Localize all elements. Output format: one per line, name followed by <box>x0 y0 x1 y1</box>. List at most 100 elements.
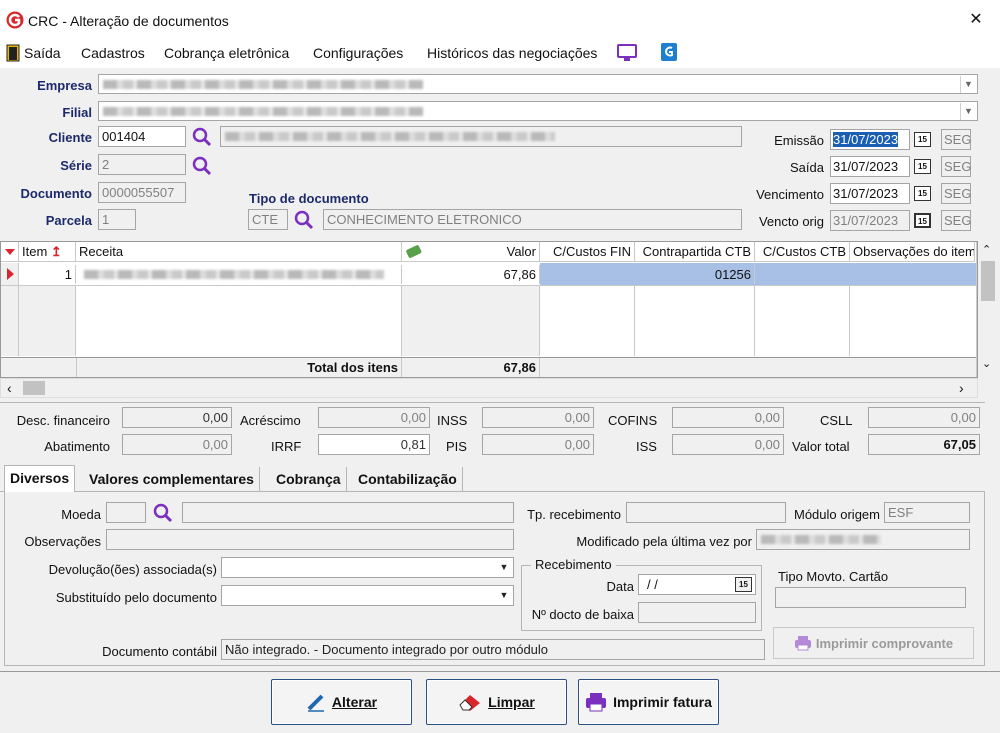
col-ccustos-ctb[interactable]: C/Custos CTB <box>755 242 850 262</box>
calendar-vencto-orig-icon[interactable]: 15 <box>914 213 931 228</box>
col-ccustos-fin[interactable]: C/Custos FIN <box>540 242 635 262</box>
menu-cadastros[interactable]: Cadastros <box>81 44 145 62</box>
hscroll-thumb[interactable] <box>23 381 45 395</box>
serie-input[interactable]: 2 <box>98 154 186 175</box>
limpar-label: Limpar <box>488 694 535 710</box>
row-indicator <box>1 263 19 285</box>
calendar-saida-icon[interactable]: 15 <box>914 159 931 174</box>
moeda-code-input[interactable] <box>106 502 146 523</box>
modificado-input[interactable] <box>756 529 970 550</box>
table-row-receita[interactable] <box>76 265 402 284</box>
alterar-button[interactable]: Alterar <box>271 679 412 725</box>
search-serie-icon[interactable] <box>191 155 213 177</box>
money-icon <box>406 245 422 258</box>
tipo-movto-input[interactable] <box>775 587 966 608</box>
pis-value[interactable]: 0,00 <box>482 434 594 455</box>
sort-triangle-icon <box>5 249 15 255</box>
tab-valores-complementares[interactable]: Valores complementares <box>84 467 260 492</box>
vencimento-label: Vencimento <box>756 187 824 202</box>
grid-corner <box>1 242 19 262</box>
exit-door-icon[interactable] <box>6 44 20 62</box>
parcela-input[interactable]: 1 <box>98 209 136 230</box>
calendar-emissao-icon[interactable]: 15 <box>914 132 931 147</box>
documento-input[interactable]: 0000055507 <box>98 182 186 203</box>
irrf-value[interactable]: 0,81 <box>318 434 430 455</box>
printer-icon <box>586 693 607 712</box>
col-valor[interactable]: Valor <box>402 242 540 262</box>
tipo-desc-input[interactable]: CONHECIMENTO ELETRONICO <box>323 209 742 230</box>
table-row-contrapartida[interactable]: 01256 <box>635 265 755 284</box>
printer-icon <box>794 636 811 651</box>
saida-label: Saída <box>790 160 824 175</box>
devolucao-select[interactable]: ▼ <box>221 557 514 578</box>
observacoes-input[interactable] <box>106 529 514 550</box>
eraser-icon <box>459 695 481 711</box>
vertical-scrollbar[interactable]: ⌃ ⌄ <box>978 241 998 378</box>
emissao-input[interactable]: 31/07/2023 <box>830 129 910 150</box>
imprimir-fatura-button[interactable]: Imprimir fatura <box>578 679 719 725</box>
table-row-valor[interactable]: 67,86 <box>402 265 540 284</box>
doc-contabil-input[interactable]: Não integrado. - Documento integrado por… <box>221 639 765 660</box>
scroll-right-icon[interactable]: › <box>959 380 964 396</box>
desc-fin-value[interactable]: 0,00 <box>122 407 232 428</box>
cliente-code-input[interactable]: 001404 <box>98 126 186 147</box>
csll-value[interactable]: 0,00 <box>868 407 980 428</box>
inss-value[interactable]: 0,00 <box>482 407 594 428</box>
horizontal-scrollbar[interactable]: ‹ › <box>0 378 978 398</box>
menu-cobranca-eletronica[interactable]: Cobrança eletrônica <box>164 44 289 62</box>
scroll-left-icon[interactable]: ‹ <box>7 380 12 396</box>
vencto-orig-input[interactable]: 31/07/2023 <box>830 210 910 231</box>
menu-configuracoes[interactable]: Configurações <box>313 44 403 62</box>
abatimento-value[interactable]: 0,00 <box>122 434 232 455</box>
title-bar: CRC - Alteração de documentos ✕ <box>0 0 1000 40</box>
chevron-down-icon: ▼ <box>960 103 976 120</box>
acrescimo-value[interactable]: 0,00 <box>318 407 430 428</box>
scroll-thumb[interactable] <box>981 261 995 301</box>
substituido-select[interactable]: ▼ <box>221 585 514 606</box>
col-observacoes[interactable]: Observações do item <box>850 242 975 262</box>
tab-cobranca[interactable]: Cobrança <box>271 467 347 492</box>
tp-recebimento-input[interactable] <box>626 502 786 523</box>
iss-value[interactable]: 0,00 <box>672 434 784 455</box>
g-logo-icon[interactable] <box>660 42 678 62</box>
cofins-value[interactable]: 0,00 <box>672 407 784 428</box>
monitor-icon[interactable] <box>617 44 637 62</box>
window-title: CRC - Alteração de documentos <box>28 13 229 29</box>
col-item-label: Item <box>22 244 48 259</box>
saida-input[interactable]: 31/07/2023 <box>830 156 910 177</box>
tipo-code-input[interactable]: CTE <box>248 209 288 230</box>
col-item[interactable]: Item ↥ <box>19 242 76 262</box>
search-moeda-icon[interactable] <box>152 502 174 524</box>
pencil-icon <box>307 694 324 712</box>
moeda-desc-input[interactable] <box>182 502 514 523</box>
empresa-select[interactable]: ▼ <box>98 74 978 94</box>
empresa-label: Empresa <box>37 78 92 93</box>
scroll-down-icon[interactable]: ⌄ <box>982 357 991 370</box>
tipo-movto-label: Tipo Movto. Cartão <box>778 569 889 584</box>
vencimento-input[interactable]: 31/07/2023 <box>830 183 910 204</box>
valor-total-value[interactable]: 67,05 <box>868 434 980 455</box>
search-tipo-icon[interactable] <box>293 209 315 231</box>
calendar-data-icon[interactable]: 15 <box>735 577 752 592</box>
modulo-origem-input[interactable]: ESF <box>884 502 970 523</box>
scroll-up-icon[interactable]: ⌃ <box>982 243 991 256</box>
tipo-documento-label: Tipo de documento <box>249 191 369 206</box>
emissao-label: Emissão <box>774 133 824 148</box>
search-cliente-icon[interactable] <box>191 126 213 148</box>
limpar-button[interactable]: Limpar <box>426 679 567 725</box>
imprimir-comprovante-button[interactable]: Imprimir comprovante <box>773 627 974 659</box>
col-receita[interactable]: Receita <box>76 242 402 262</box>
table-row-item[interactable]: 1 <box>19 265 76 284</box>
col-contrapartida[interactable]: Contrapartida CTB <box>635 242 755 262</box>
tab-contabilizacao[interactable]: Contabilização <box>353 467 463 492</box>
cliente-name-input[interactable] <box>220 126 742 147</box>
menu-saida[interactable]: Saída <box>24 44 61 62</box>
docto-baixa-input[interactable] <box>638 602 756 623</box>
cofins-label: COFINS <box>608 413 658 428</box>
calendar-vencimento-icon[interactable]: 15 <box>914 186 931 201</box>
close-button[interactable]: ✕ <box>962 8 990 32</box>
tab-diversos[interactable]: Diversos <box>4 465 76 492</box>
menu-historicos[interactable]: Históricos das negociações <box>427 44 597 62</box>
acrescimo-label: Acréscimo <box>240 413 301 428</box>
filial-select[interactable]: ▼ <box>98 101 978 121</box>
